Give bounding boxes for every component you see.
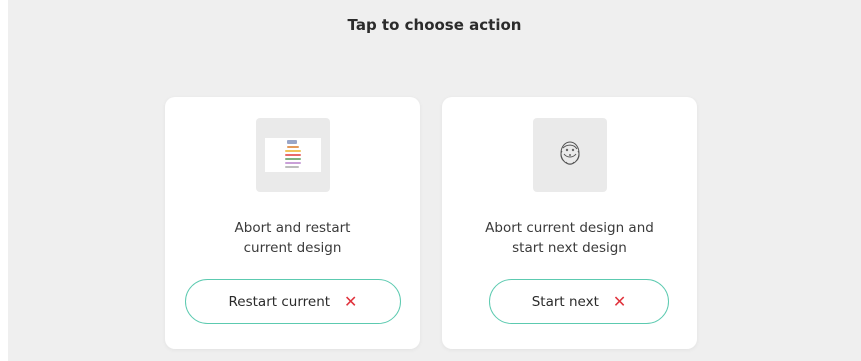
start-next-button[interactable]: Start next ✕ xyxy=(489,279,669,324)
design-thumbnail xyxy=(256,118,330,192)
dialog-title: Tap to choose action xyxy=(347,16,522,34)
design-preview-icon xyxy=(265,138,321,172)
description-line: Abort and restart xyxy=(234,220,351,236)
description-line: Abort current design and xyxy=(485,220,654,236)
description-line: start next design xyxy=(512,240,627,256)
action-dialog: Tap to choose action Abort and restart c… xyxy=(8,0,861,361)
card-description: Abort current design and start next desi… xyxy=(442,218,697,258)
close-icon: ✕ xyxy=(344,291,358,311)
close-icon: ✕ xyxy=(612,291,627,311)
restart-current-button[interactable]: Restart current ✕ xyxy=(185,279,401,324)
description-line: current design xyxy=(243,240,342,256)
embroidery-design-icon xyxy=(560,141,580,165)
restart-current-card[interactable]: Abort and restart current design Restart… xyxy=(165,97,420,349)
button-label: Start next xyxy=(531,293,599,310)
card-description: Abort and restart current design xyxy=(165,218,420,258)
start-next-card[interactable]: Abort current design and start next desi… xyxy=(442,97,697,349)
button-label: Restart current xyxy=(228,293,331,310)
design-thumbnail xyxy=(533,118,607,192)
